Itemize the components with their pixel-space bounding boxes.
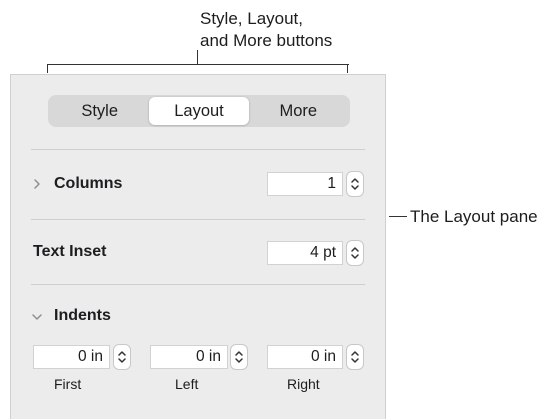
tab-more[interactable]: More bbox=[249, 97, 348, 125]
text-inset-label: Text Inset bbox=[33, 243, 107, 260]
bracket-stem bbox=[197, 50, 198, 64]
divider bbox=[31, 284, 365, 285]
left-indent-label: Left bbox=[175, 376, 199, 392]
chevron-down-icon[interactable] bbox=[31, 310, 43, 324]
bracket-left-tick bbox=[47, 64, 48, 73]
first-indent-stepper-icon[interactable] bbox=[113, 344, 131, 370]
columns-field[interactable]: 1 bbox=[267, 172, 343, 196]
left-indent-stepper-icon[interactable] bbox=[230, 344, 248, 370]
layout-pane: Style Layout More Columns 1 Text Inset 4… bbox=[10, 74, 386, 419]
bracket-line bbox=[47, 64, 349, 65]
right-indent-label: Right bbox=[287, 376, 320, 392]
callout-buttons-line1: Style, Layout, bbox=[200, 9, 304, 28]
bracket-right-tick bbox=[347, 64, 348, 73]
right-indent-field[interactable]: 0 in bbox=[267, 345, 343, 369]
tab-style[interactable]: Style bbox=[50, 97, 149, 125]
divider bbox=[31, 219, 365, 220]
columns-stepper-icon[interactable] bbox=[346, 171, 364, 197]
tab-layout[interactable]: Layout bbox=[149, 97, 249, 125]
callout-buttons-line2: and More buttons bbox=[200, 31, 333, 50]
layout-pane-leader-line bbox=[389, 216, 407, 217]
first-indent-field[interactable]: 0 in bbox=[33, 345, 110, 369]
text-inset-stepper-icon[interactable] bbox=[346, 240, 364, 266]
callout-buttons: Style, Layout, and More buttons bbox=[200, 8, 332, 52]
first-indent-label: First bbox=[54, 376, 82, 392]
columns-label: Columns bbox=[54, 175, 123, 192]
right-indent-stepper-icon[interactable] bbox=[346, 344, 364, 370]
divider bbox=[31, 149, 365, 150]
format-segmented-control: Style Layout More bbox=[48, 95, 350, 127]
callout-layout-pane: The Layout pane bbox=[410, 207, 538, 226]
indents-label: Indents bbox=[54, 307, 111, 324]
left-indent-field[interactable]: 0 in bbox=[150, 345, 228, 369]
chevron-right-icon[interactable] bbox=[33, 178, 41, 193]
text-inset-field[interactable]: 4 pt bbox=[267, 241, 343, 265]
